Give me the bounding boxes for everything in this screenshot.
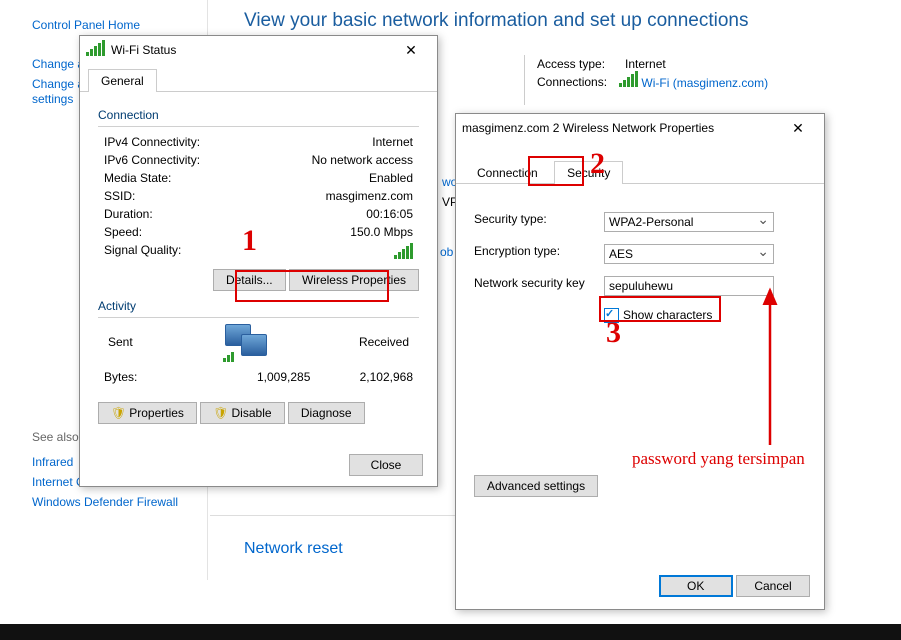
diagnose-button[interactable]: Diagnose [288, 402, 365, 424]
tab-connection[interactable]: Connection [464, 161, 551, 184]
cancel-button[interactable]: Cancel [736, 575, 810, 597]
wifi-status-window: Wi-Fi Status ✕ General Connection IPv4 C… [79, 35, 438, 487]
duration-value: 00:16:05 [366, 207, 413, 221]
connections-label: Connections: [537, 75, 607, 90]
link-internet-options[interactable]: Internet O [32, 475, 85, 489]
tab-general[interactable]: General [88, 69, 157, 92]
show-characters-checkbox[interactable] [604, 308, 619, 323]
ipv6-label: IPv6 Connectivity: [104, 153, 200, 167]
duration-label: Duration: [104, 207, 153, 221]
network-reset-link[interactable]: Network reset [244, 540, 343, 558]
bytes-sent-value: 1,009,285 [257, 370, 310, 384]
ssid-value: masgimenz.com [326, 189, 413, 203]
signal-quality-bars-icon [394, 243, 413, 259]
wifi-signal-icon [619, 75, 638, 87]
wireless-properties-button[interactable]: Wireless Properties [289, 269, 419, 291]
encryption-type-label: Encryption type: [474, 244, 604, 264]
signal-quality-label: Signal Quality: [104, 243, 181, 259]
received-label: Received [359, 335, 409, 349]
shield-icon: 🛡 [111, 406, 126, 420]
bg-frag-ob: ob [440, 245, 453, 259]
properties-button[interactable]: 🛡Properties [98, 402, 197, 424]
activity-icon [221, 324, 271, 360]
close-button[interactable]: Close [349, 454, 423, 476]
details-button[interactable]: Details... [213, 269, 286, 291]
media-state-label: Media State: [104, 171, 171, 185]
ssid-label: SSID: [104, 189, 135, 203]
tab-security[interactable]: Security [554, 161, 623, 184]
media-state-value: Enabled [369, 171, 413, 185]
security-type-select[interactable]: WPA2-Personal [604, 212, 774, 232]
network-key-label: Network security key [474, 276, 604, 296]
link-change-2[interactable]: Change a [32, 77, 84, 91]
properties-title: masgimenz.com 2 Wireless Network Propert… [462, 121, 714, 135]
link-change-1[interactable]: Change a [32, 57, 84, 71]
wifi-status-title: Wi-Fi Status [111, 43, 176, 57]
link-settings[interactable]: settings [32, 92, 73, 106]
wifi-icon [86, 44, 105, 56]
advanced-settings-button[interactable]: Advanced settings [474, 475, 598, 497]
security-type-label: Security type: [474, 212, 604, 232]
control-panel-home[interactable]: Control Panel Home [32, 18, 140, 32]
encryption-type-select[interactable]: AES [604, 244, 774, 264]
ipv4-value: Internet [372, 135, 413, 149]
show-characters-label: Show characters [623, 308, 712, 323]
ipv6-value: No network access [312, 153, 413, 167]
link-infrared[interactable]: Infrared [32, 455, 73, 469]
ok-button[interactable]: OK [659, 575, 733, 597]
speed-value: 150.0 Mbps [350, 225, 413, 239]
taskbar[interactable] [0, 624, 901, 640]
see-also-label: See also [32, 430, 79, 444]
access-type-label: Access type: [537, 57, 605, 71]
bytes-label: Bytes: [104, 370, 137, 384]
bytes-received-value: 2,102,968 [360, 370, 413, 384]
page-heading: View your basic network information and … [244, 10, 748, 32]
disable-button[interactable]: 🛡Disable [200, 402, 284, 424]
close-icon[interactable]: ✕ [778, 116, 818, 140]
close-icon[interactable]: ✕ [391, 38, 431, 62]
speed-label: Speed: [104, 225, 142, 239]
group-connection: Connection [98, 108, 419, 122]
link-defender-firewall[interactable]: Windows Defender Firewall [32, 495, 178, 509]
access-type-value: Internet [625, 57, 797, 71]
sent-label: Sent [108, 335, 133, 349]
shield-icon: 🛡 [213, 406, 228, 420]
network-key-input[interactable] [604, 276, 774, 296]
ipv4-label: IPv4 Connectivity: [104, 135, 200, 149]
wifi-connection-link[interactable]: Wi-Fi (masgimenz.com) [641, 76, 768, 90]
wireless-properties-window: masgimenz.com 2 Wireless Network Propert… [455, 113, 825, 610]
group-activity: Activity [98, 299, 419, 313]
